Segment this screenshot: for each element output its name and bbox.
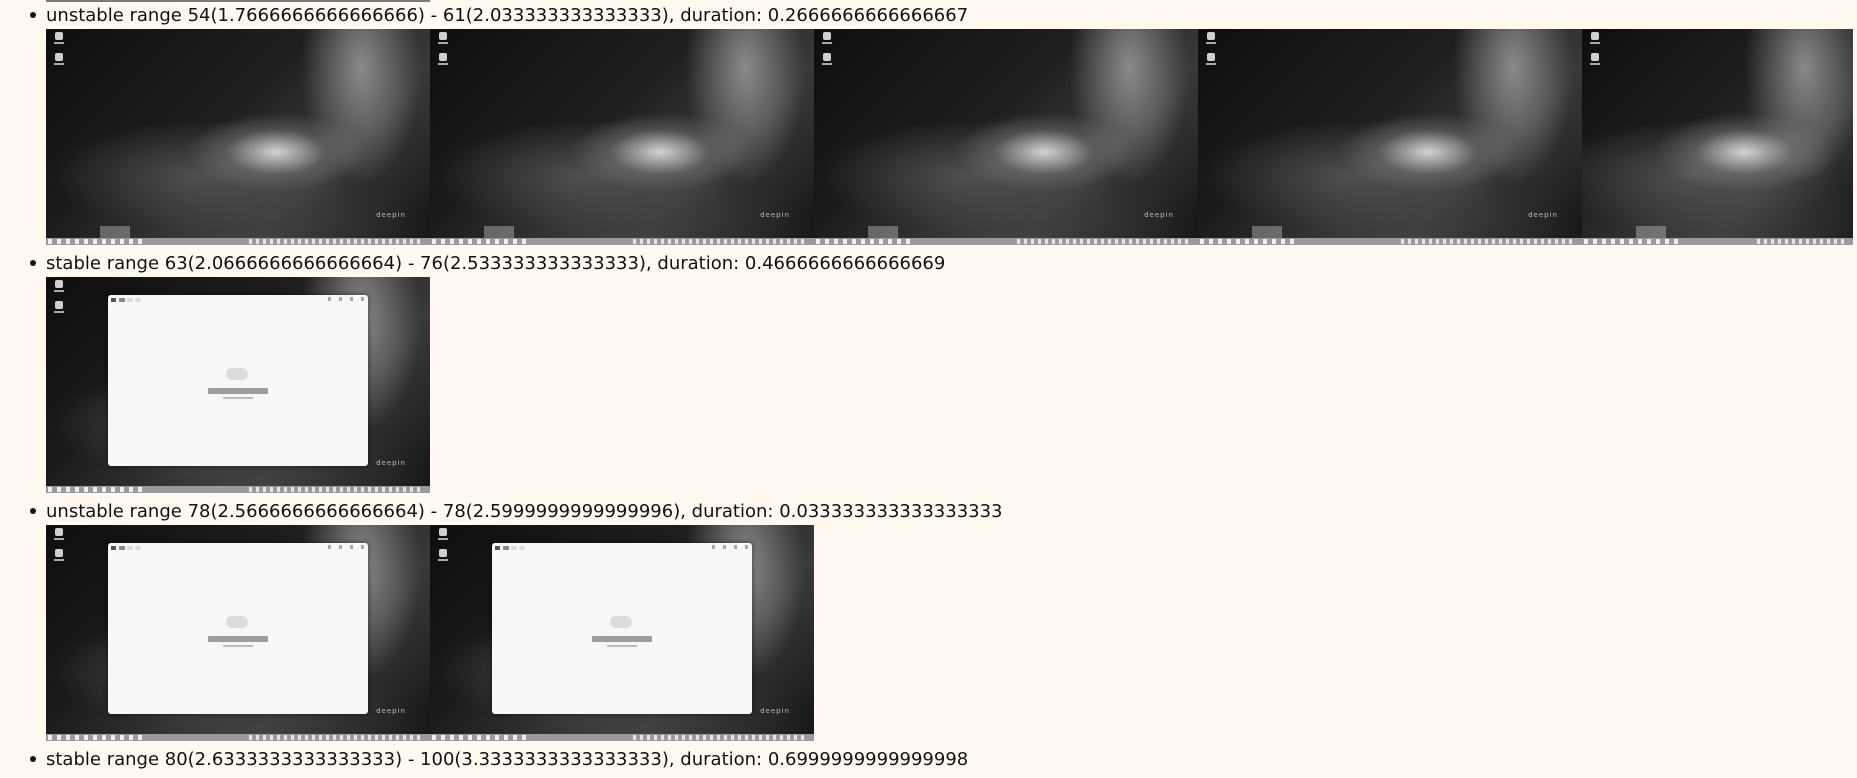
screenshot-thumbnail[interactable]: deepin xyxy=(1198,29,1582,245)
frame-strip: deepin deepin xyxy=(46,525,1003,741)
wallpaper-watermark: deepin xyxy=(376,459,406,467)
range-label: stable range 80(2.6333333333333333) - 10… xyxy=(46,748,969,770)
cloud-illustration-icon xyxy=(610,616,632,628)
bullet xyxy=(30,508,36,514)
range-item: stable range 63(2.0666666666666664) - 76… xyxy=(28,249,945,493)
frame-strip: deepin xyxy=(46,277,945,493)
app-hint-text xyxy=(223,645,253,647)
app-window[interactable] xyxy=(108,295,368,466)
taskbar xyxy=(430,734,814,741)
computer-icon xyxy=(1204,32,1218,44)
app-window[interactable] xyxy=(492,543,752,714)
trash-icon xyxy=(52,549,66,561)
bullet xyxy=(30,260,36,266)
taskbar-hover-highlight xyxy=(100,226,130,238)
app-primary-button[interactable] xyxy=(592,636,652,642)
window-controls[interactable] xyxy=(328,545,364,549)
wallpaper-watermark: deepin xyxy=(376,707,406,715)
app-tab[interactable] xyxy=(503,545,509,550)
computer-icon xyxy=(52,280,66,292)
app-hint-text xyxy=(607,645,637,647)
range-label: unstable range 54(1.7666666666666666) - … xyxy=(46,4,969,26)
trash-icon xyxy=(1588,53,1602,65)
app-tab[interactable] xyxy=(519,545,525,550)
app-hint-text xyxy=(223,397,253,399)
app-tab[interactable] xyxy=(119,297,125,302)
computer-icon xyxy=(820,32,834,44)
window-controls[interactable] xyxy=(712,545,748,549)
frame-strip: deepin deepin deepin deepin xyxy=(46,29,1853,245)
wallpaper-watermark: deepin xyxy=(760,211,790,219)
computer-icon xyxy=(52,528,66,540)
screenshot-thumbnail[interactable]: deepin xyxy=(46,525,430,741)
screenshot-thumbnail[interactable]: deepin xyxy=(430,29,814,245)
bullet xyxy=(30,12,36,18)
bullet xyxy=(30,756,36,762)
screenshot-thumbnail[interactable] xyxy=(1582,29,1853,245)
screenshot-thumbnail[interactable]: deepin xyxy=(814,29,1198,245)
trash-icon xyxy=(52,301,66,313)
app-tab[interactable] xyxy=(135,297,141,302)
app-tab[interactable] xyxy=(127,297,133,302)
range-item: stable range 80(2.6333333333333333) - 10… xyxy=(28,745,968,773)
computer-icon xyxy=(52,32,66,44)
app-logo-icon xyxy=(111,297,116,302)
range-item: unstable range 78(2.5666666666666664) - … xyxy=(28,497,1003,741)
app-primary-button[interactable] xyxy=(208,636,268,642)
wallpaper-watermark: deepin xyxy=(760,707,790,715)
cloud-illustration-icon xyxy=(226,616,248,628)
app-logo-icon xyxy=(111,545,116,550)
screenshot-thumbnail[interactable]: deepin xyxy=(46,277,430,493)
screenshot-thumbnail[interactable]: deepin xyxy=(430,525,814,741)
trash-icon xyxy=(436,53,450,65)
range-label: stable range 63(2.0666666666666664) - 76… xyxy=(46,252,946,274)
taskbar xyxy=(1582,238,1853,245)
app-primary-button[interactable] xyxy=(208,388,268,394)
trash-icon xyxy=(436,549,450,561)
wallpaper-watermark: deepin xyxy=(1144,211,1174,219)
wallpaper-watermark: deepin xyxy=(1528,211,1558,219)
taskbar xyxy=(430,238,814,245)
trash-icon xyxy=(52,53,66,65)
range-label: unstable range 78(2.5666666666666664) - … xyxy=(46,500,1003,522)
range-item: unstable range 54(1.7666666666666666) - … xyxy=(28,1,1853,245)
computer-icon xyxy=(436,528,450,540)
wallpaper-watermark: deepin xyxy=(376,211,406,219)
window-controls[interactable] xyxy=(328,297,364,301)
trash-icon xyxy=(820,53,834,65)
taskbar xyxy=(814,238,1198,245)
computer-icon xyxy=(436,32,450,44)
taskbar-hover-highlight xyxy=(868,226,898,238)
taskbar-hover-highlight xyxy=(484,226,514,238)
app-logo-icon xyxy=(495,545,500,550)
trash-icon xyxy=(1204,53,1218,65)
app-tab[interactable] xyxy=(127,545,133,550)
taskbar-hover-highlight xyxy=(1252,226,1282,238)
taskbar xyxy=(46,486,430,493)
app-window[interactable] xyxy=(108,543,368,714)
app-tab[interactable] xyxy=(119,545,125,550)
taskbar xyxy=(1198,238,1582,245)
taskbar xyxy=(46,734,430,741)
cloud-illustration-icon xyxy=(226,368,248,380)
taskbar xyxy=(46,238,430,245)
app-tab[interactable] xyxy=(135,545,141,550)
taskbar-hover-highlight xyxy=(1636,226,1666,238)
app-tab[interactable] xyxy=(511,545,517,550)
computer-icon xyxy=(1588,32,1602,44)
screenshot-thumbnail[interactable]: deepin xyxy=(46,29,430,245)
